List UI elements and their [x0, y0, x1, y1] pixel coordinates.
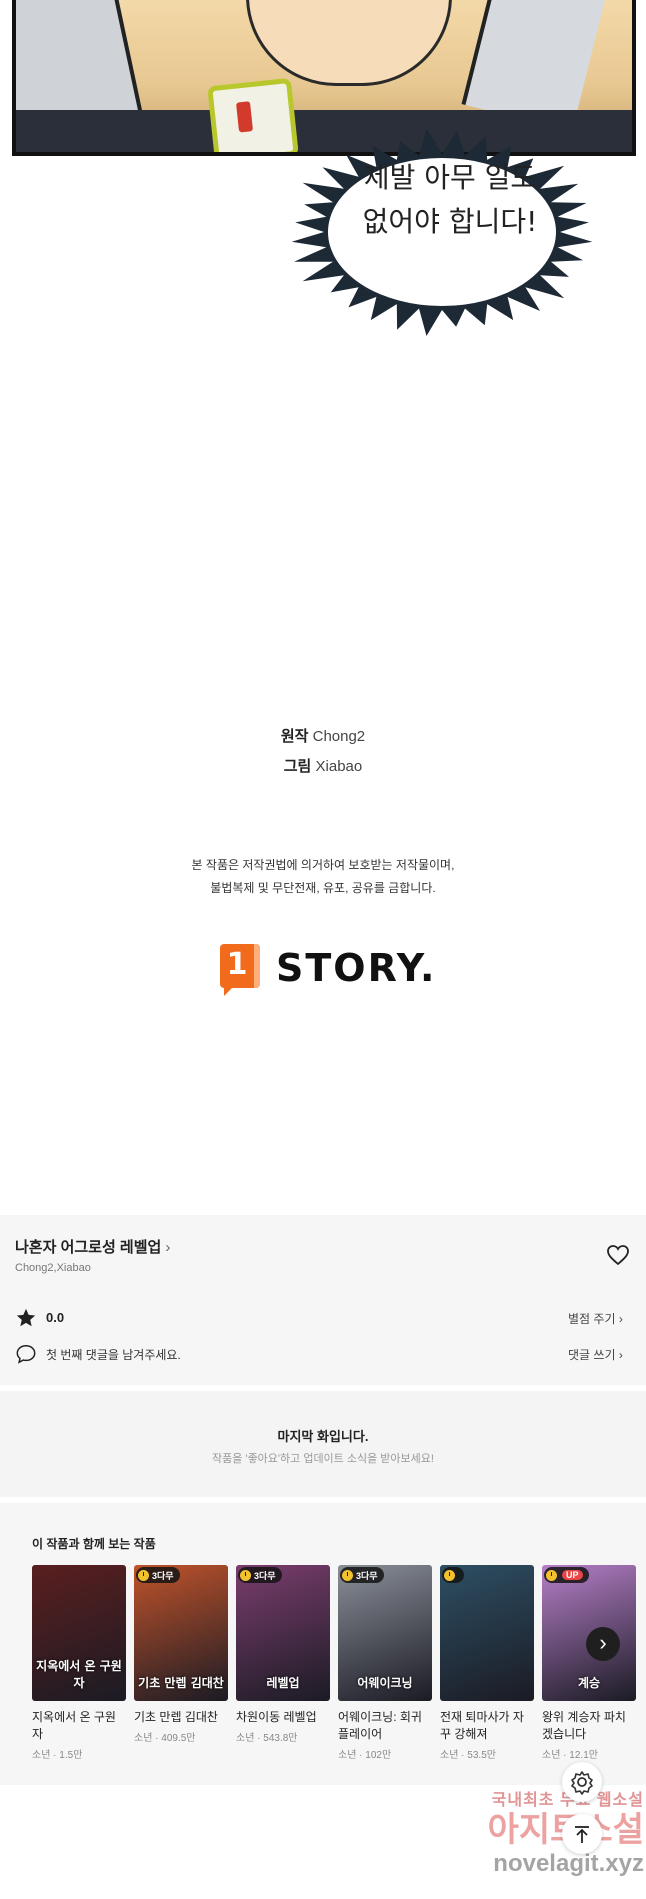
recommendation-meta: 소년 · 53.5만	[440, 1750, 496, 1761]
credit-art-label: 그림	[283, 758, 312, 775]
chevron-right-icon: ›	[165, 1239, 171, 1256]
recommendation-title: 전재 퇴마사가 자꾸 강해져	[440, 1710, 524, 1741]
recommendation-title: 지옥에서 온 구원자	[32, 1710, 116, 1741]
clock-icon	[546, 1569, 557, 1581]
copyright-notice: 본 작품은 저작권법에 의거하여 보호받는 저작물이며, 불법복제 및 무단전재…	[0, 854, 646, 900]
recommendation-card[interactable]: 3다무레벨업차원이동 레벨업소년 · 543.8만	[236, 1565, 330, 1744]
recommendation-title: 왕위 계승자 파치겠습니다	[542, 1710, 626, 1741]
recommendation-card[interactable]: 3다무 기초 만렙 김대찬 기초 만렙 김대찬 소년 · 409.5만	[134, 1565, 228, 1744]
settings-button[interactable]	[562, 1762, 602, 1802]
cover-badge: 3다무	[136, 1567, 180, 1583]
speech-line-1: 제발 아무 일도	[363, 161, 537, 194]
cover-badge-label: 3다무	[356, 1570, 378, 1581]
cover-title-art: 어웨이크닝	[357, 1676, 413, 1690]
recommendation-meta: 소년 · 102만	[338, 1750, 392, 1761]
recommendation-title: 기초 만렙 김대찬	[134, 1710, 218, 1724]
cover-badge-label: 3다무	[254, 1570, 276, 1581]
speech-line-2: 없어야 합니다!	[362, 205, 538, 238]
cover-title-art: 계승	[577, 1676, 601, 1690]
recommendation-meta: 소년 · 409.5만	[134, 1733, 196, 1744]
credit-art-value: Xiabao	[315, 758, 363, 775]
story-logo-mark: 1	[220, 944, 260, 996]
last-episode-title: 마지막 화입니다.	[277, 1429, 369, 1444]
speech-bubble-text: 제발 아무 일도 없어야 합니다!	[330, 156, 570, 244]
watermark-line-3: novelagit.xyz	[493, 1850, 644, 1877]
cover-title-art: 레벨업	[266, 1676, 300, 1690]
clock-icon	[138, 1569, 149, 1581]
clock-icon	[342, 1569, 353, 1581]
series-title-link[interactable]: 나혼자 어그로성 레벨업 ›	[15, 1236, 170, 1257]
cover-badge: UP	[544, 1567, 589, 1583]
gear-icon	[571, 1771, 593, 1795]
recommendations-heading: 이 작품과 함께 보는 작품	[32, 1537, 156, 1551]
series-title: 나혼자 어그로성 레벨업	[15, 1239, 162, 1256]
recommendation-title: 어웨이크닝: 회귀 플레이어	[338, 1710, 422, 1741]
star-icon	[16, 1308, 36, 1327]
clock-icon	[444, 1569, 455, 1581]
credit-original: 원작 Chong2	[0, 722, 646, 752]
recommendation-card[interactable]: 전재 퇴마사가 자꾸 강해져소년 · 53.5만	[440, 1565, 534, 1761]
last-episode-subtitle: 작품을 '좋아요'하고 업데이트 소식을 받아보세요!	[212, 1453, 434, 1465]
recommendation-card[interactable]: 지옥에서 온 구원자 지옥에서 온 구원자 소년 · 1.5만	[32, 1565, 126, 1761]
recommendation-card[interactable]: 3다무어웨이크닝어웨이크닝: 회귀 플레이어소년 · 102만	[338, 1565, 432, 1761]
recommendation-meta: 소년 · 543.8만	[236, 1733, 298, 1744]
recommendation-meta: 소년 · 1.5만	[32, 1750, 83, 1761]
rating-value: 0.0	[46, 1310, 65, 1325]
story-logo-word: STORY.	[276, 946, 437, 990]
cover-title-art: 지옥에서 온 구원자	[36, 1659, 122, 1690]
comment-icon	[16, 1345, 36, 1364]
recommendation-cover: 3다무레벨업	[236, 1565, 330, 1701]
recommendation-title: 차원이동 레벨업	[236, 1710, 317, 1724]
credit-art: 그림 Xiabao	[0, 752, 646, 782]
copyright-line-2: 불법복제 및 무단전재, 유포, 공유를 금합니다.	[210, 881, 436, 895]
cover-badge	[442, 1567, 464, 1583]
recommendation-cover: 3다무어웨이크닝	[338, 1565, 432, 1701]
write-comment-button[interactable]: 댓글 쓰기 ›	[568, 1346, 623, 1363]
watermark-line-2: 아지트소설	[448, 1810, 644, 1850]
copyright-line-1: 본 작품은 저작권법에 의거하여 보호받는 저작물이며,	[191, 858, 455, 872]
cover-badge-label: UP	[562, 1570, 583, 1580]
recommendation-cover: 3다무기초 만렙 김대찬	[134, 1565, 228, 1701]
scroll-top-button[interactable]	[562, 1814, 602, 1854]
cover-title-art: 기초 만렙 김대찬	[138, 1676, 224, 1690]
watermark-line-1: 국내최초 무료 웹소설	[491, 1792, 644, 1809]
cover-badge-label: 3다무	[152, 1570, 174, 1581]
series-authors: Chong2,Xiabao	[15, 1262, 91, 1274]
clock-icon	[240, 1569, 251, 1581]
credit-original-value: Chong2	[312, 728, 366, 745]
story-logo-number: 1	[226, 947, 248, 982]
carousel-next-button[interactable]: ›	[586, 1627, 620, 1661]
character-face	[246, 0, 452, 86]
cover-badge: 3다무	[238, 1567, 282, 1583]
recommendation-card[interactable]: UP 계승왕위 계승자 파치겠습니다소년 · 12.1만	[542, 1565, 636, 1761]
credit-original-label: 원작	[280, 728, 309, 745]
recommendation-cover	[440, 1565, 534, 1701]
recommendation-meta: 소년 · 12.1만	[542, 1750, 598, 1761]
recommendations-list: 지옥에서 온 구원자 지옥에서 온 구원자 소년 · 1.5만 3다무 기초 만렙 김대…	[32, 1565, 646, 1765]
arrow-up-icon	[575, 1826, 589, 1843]
story-logo: 1 STORY.	[218, 944, 448, 996]
watermark: 국내최초 무료 웹소설 아지트소설 novelagit.xyz	[448, 1786, 644, 1878]
cover-badge: 3다무	[340, 1567, 384, 1583]
recommendation-cover: 지옥에서 온 구원자	[32, 1565, 126, 1701]
credits: 원작 Chong2 그림 Xiabao	[0, 722, 646, 782]
heart-icon[interactable]	[606, 1244, 630, 1266]
rate-button[interactable]: 별점 주기 ›	[568, 1310, 623, 1327]
comment-prompt[interactable]: 첫 번째 댓글을 남겨주세요.	[46, 1346, 181, 1363]
